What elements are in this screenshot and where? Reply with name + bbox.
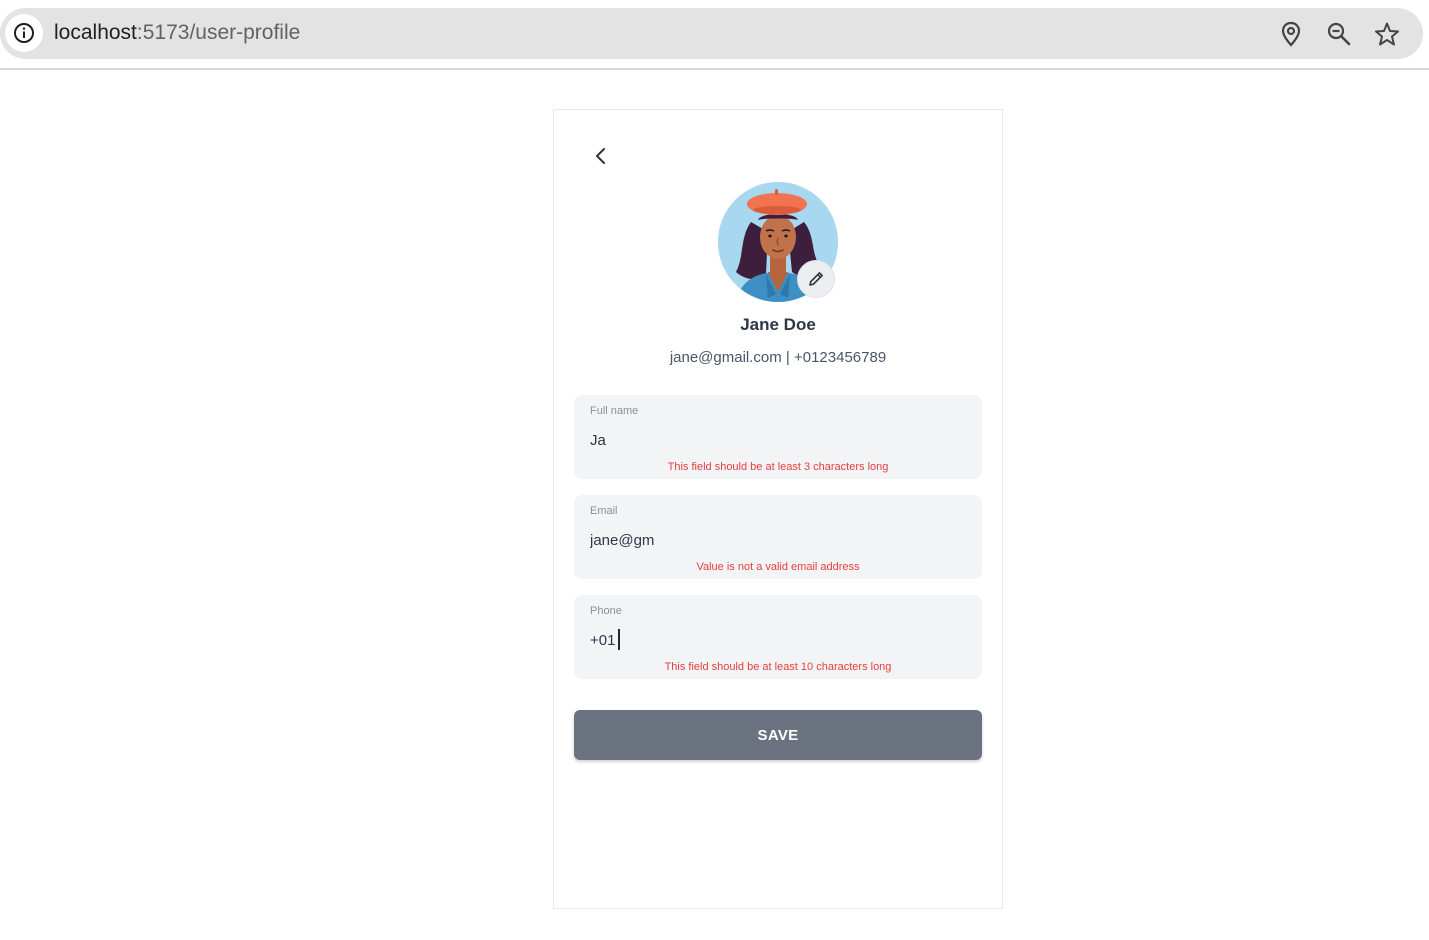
phone-field[interactable]: Phone This field should be at least 10 c…: [574, 595, 982, 679]
email-input[interactable]: [590, 529, 966, 551]
full-name-input[interactable]: [590, 429, 966, 451]
user-contact-info: jane@gmail.com | +0123456789: [669, 349, 887, 366]
bookmark-star-icon[interactable]: [1374, 21, 1400, 47]
edit-avatar-button[interactable]: [797, 260, 835, 298]
phone-label: Phone: [590, 605, 622, 617]
url-host: localhost: [54, 21, 137, 44]
text-caret: [618, 629, 620, 650]
save-button[interactable]: SAVE: [574, 710, 982, 760]
email-field[interactable]: Email Value is not a valid email address: [574, 495, 982, 579]
phone-error: This field should be at least 10 charact…: [664, 661, 892, 673]
url-text[interactable]: localhost:5173/user-profile: [54, 20, 300, 46]
location-icon[interactable]: [1278, 21, 1304, 47]
user-profile-card: Jane Doe jane@gmail.com | +0123456789 Fu…: [553, 109, 1003, 909]
email-label: Email: [590, 505, 618, 517]
user-name: Jane Doe: [740, 315, 816, 334]
pencil-icon: [809, 272, 823, 286]
full-name-error: This field should be at least 3 characte…: [667, 461, 889, 473]
phone-input[interactable]: [590, 629, 966, 651]
email-error: Value is not a valid email address: [696, 561, 860, 573]
address-bar[interactable]: localhost:5173/user-profile: [0, 8, 1423, 59]
full-name-field[interactable]: Full name This field should be at least …: [574, 395, 982, 479]
browser-toolbar: localhost:5173/user-profile: [0, 0, 1429, 70]
zoom-out-icon[interactable]: [1326, 21, 1352, 47]
full-name-label: Full name: [590, 405, 639, 417]
url-path: :5173/user-profile: [136, 21, 301, 44]
back-arrow-icon[interactable]: [590, 144, 612, 168]
info-icon[interactable]: [5, 14, 43, 52]
